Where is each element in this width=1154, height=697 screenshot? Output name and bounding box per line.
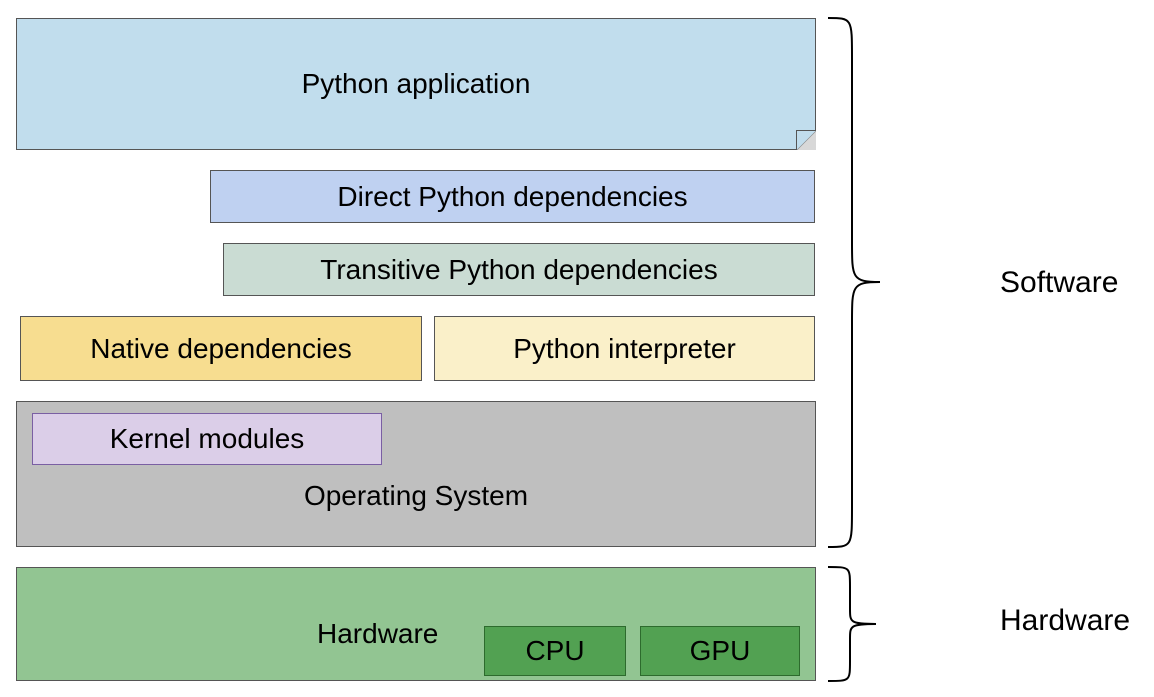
layer-label: Python application bbox=[302, 68, 531, 100]
layer-gpu: GPU bbox=[640, 626, 800, 676]
layer-native-dependencies: Native dependencies bbox=[20, 316, 422, 381]
layer-label: Transitive Python dependencies bbox=[320, 254, 717, 286]
note-fold-corner-icon bbox=[796, 130, 816, 150]
group-label-software: Software bbox=[1000, 266, 1118, 300]
layer-kernel-modules: Kernel modules bbox=[32, 413, 382, 465]
layer-python-application: Python application bbox=[16, 18, 816, 150]
layer-transitive-dependencies: Transitive Python dependencies bbox=[223, 243, 815, 296]
layer-python-interpreter: Python interpreter bbox=[434, 316, 815, 381]
layer-label: Python interpreter bbox=[513, 333, 736, 365]
layer-label: Hardware bbox=[317, 618, 438, 650]
layer-label: Kernel modules bbox=[110, 423, 305, 455]
layer-label: CPU bbox=[525, 635, 584, 667]
layer-cpu: CPU bbox=[484, 626, 626, 676]
layer-label: Direct Python dependencies bbox=[337, 181, 687, 213]
layer-label: GPU bbox=[690, 635, 751, 667]
brace-software-icon bbox=[824, 18, 884, 547]
layer-label: Operating System bbox=[304, 480, 528, 512]
group-label-hardware: Hardware bbox=[1000, 604, 1130, 638]
brace-hardware-icon bbox=[824, 567, 884, 681]
layer-label: Native dependencies bbox=[90, 333, 352, 365]
layer-direct-dependencies: Direct Python dependencies bbox=[210, 170, 815, 223]
